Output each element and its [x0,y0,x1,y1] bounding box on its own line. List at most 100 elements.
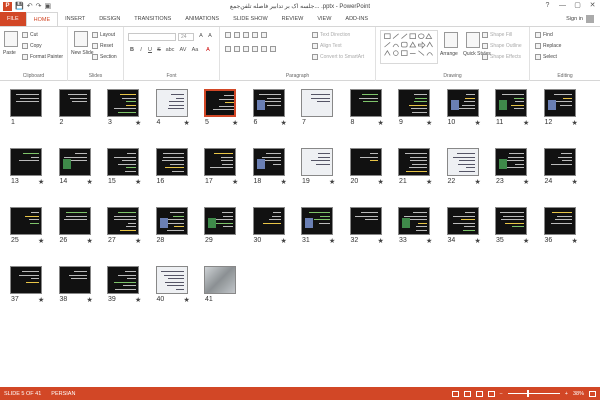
normal-view-icon[interactable] [451,390,459,397]
avatar[interactable] [586,15,594,23]
animation-star-icon[interactable]: ★ [329,178,335,186]
slide-thumbnail[interactable] [349,207,382,235]
animation-star-icon[interactable]: ★ [378,237,384,245]
line-spacing-icon[interactable] [261,32,267,38]
numbering-icon[interactable] [234,32,240,38]
tab-file[interactable]: FILE [0,12,26,26]
help-icon[interactable]: ? [540,0,555,12]
animation-star-icon[interactable]: ★ [572,178,578,186]
shapes-gallery[interactable] [380,30,438,64]
save-icon[interactable]: 💾 [15,2,24,10]
close-icon[interactable]: ✕ [585,0,600,12]
slide-thumbnail[interactable] [398,148,430,176]
shape-fill-button[interactable]: Shape Fill [482,32,512,38]
layout-button[interactable]: Layout [92,32,115,38]
undo-icon[interactable]: ↶ [27,2,33,10]
language-indicator[interactable]: PERSIAN [51,391,75,397]
shape-effects-button[interactable]: Shape Effects [482,54,521,60]
text-direction-button[interactable]: Text Direction [312,32,350,38]
zoom-slider[interactable] [507,390,560,397]
animation-star-icon[interactable]: ★ [135,119,141,127]
animation-star-icon[interactable]: ★ [232,119,238,127]
animation-star-icon[interactable]: ★ [329,237,335,245]
sign-in-label[interactable]: Sign in [566,12,583,26]
animation-star-icon[interactable]: ★ [523,119,529,127]
bold-button[interactable]: B [128,47,136,54]
slideshow-view-icon[interactable] [487,390,495,397]
tab-view[interactable]: VIEW [310,12,338,26]
slide-thumbnail[interactable] [495,207,527,235]
slide-thumbnail[interactable] [107,207,139,235]
animation-star-icon[interactable]: ★ [184,296,190,304]
font-name-box[interactable] [128,33,176,41]
shadow-button[interactable]: abc [164,47,176,54]
animation-star-icon[interactable]: ★ [38,237,44,245]
slide-thumbnail[interactable] [204,148,236,176]
animation-star-icon[interactable]: ★ [184,119,190,127]
animation-star-icon[interactable]: ★ [523,237,529,245]
cut-button[interactable]: Cut [22,32,38,38]
slide-thumbnail[interactable] [301,207,333,235]
tab-transitions[interactable]: TRANSITIONS [127,12,178,26]
zoom-in-icon[interactable]: + [565,391,568,397]
animation-star-icon[interactable]: ★ [135,296,141,304]
section-button[interactable]: Section [92,54,117,60]
redo-icon[interactable]: ↷ [36,2,42,10]
new-slide-button[interactable]: New Slide [71,50,94,56]
slide-thumbnail[interactable] [252,148,285,176]
slide-thumbnail[interactable] [155,148,188,176]
reset-button[interactable]: Reset [92,43,113,49]
slide-thumbnail[interactable] [155,266,188,294]
minimize-icon[interactable]: — [555,0,570,12]
bullets-icon[interactable] [225,32,231,38]
slide-thumbnail[interactable] [543,207,576,235]
shrink-font-icon[interactable]: A [206,33,214,40]
animation-star-icon[interactable]: ★ [475,237,481,245]
zoom-slider-handle[interactable] [526,390,529,397]
animation-star-icon[interactable]: ★ [281,178,287,186]
animation-star-icon[interactable]: ★ [378,119,384,127]
slide-thumbnail[interactable] [58,266,91,294]
tab-insert[interactable]: INSERT [58,12,92,26]
slide-thumbnail[interactable] [252,89,285,117]
slide-thumbnail[interactable] [301,89,333,117]
italic-button[interactable]: I [137,47,145,54]
animation-star-icon[interactable]: ★ [475,119,481,127]
slide-thumbnail[interactable] [107,266,139,294]
font-color-button[interactable]: A [204,47,212,54]
animation-star-icon[interactable]: ★ [135,237,141,245]
animation-star-icon[interactable]: ★ [232,178,238,186]
slide-thumbnail[interactable] [495,89,527,117]
format-painter-button[interactable]: Format Painter [22,54,63,60]
slide-thumbnail[interactable] [446,89,479,117]
slide-thumbnail[interactable] [446,207,479,235]
tab-home[interactable]: HOME [25,12,59,26]
animation-star-icon[interactable]: ★ [281,237,287,245]
slide-thumbnail[interactable] [252,207,285,235]
grow-font-icon[interactable]: A [197,33,205,40]
slide-thumbnail[interactable] [204,207,236,235]
animation-star-icon[interactable]: ★ [87,237,93,245]
slide-thumbnail[interactable] [495,148,527,176]
slide-thumbnail[interactable] [155,207,188,235]
replace-button[interactable]: Replace [535,43,561,49]
slide-thumbnail[interactable] [10,207,42,235]
sign-in[interactable]: Sign in [566,12,594,26]
convert-smartart-button[interactable]: Convert to SmartArt [312,54,364,60]
slide-thumbnail[interactable] [58,207,91,235]
slide-thumbnail[interactable] [107,89,139,117]
slide-thumbnail[interactable] [543,89,576,117]
paste-icon[interactable] [4,31,18,47]
tab-add-ins[interactable]: ADD-INS [338,12,375,26]
tab-slide-show[interactable]: SLIDE SHOW [226,12,275,26]
copy-button[interactable]: Copy [22,43,42,49]
animation-star-icon[interactable]: ★ [523,178,529,186]
justify-icon[interactable] [252,46,258,52]
decrease-indent-icon[interactable] [243,32,249,38]
slide-thumbnail[interactable] [349,148,382,176]
reading-view-icon[interactable] [475,390,483,397]
animation-star-icon[interactable]: ★ [426,237,432,245]
slide-thumbnail[interactable] [349,89,382,117]
arrange-icon[interactable] [444,32,458,48]
slide-thumbnail[interactable] [203,88,237,118]
